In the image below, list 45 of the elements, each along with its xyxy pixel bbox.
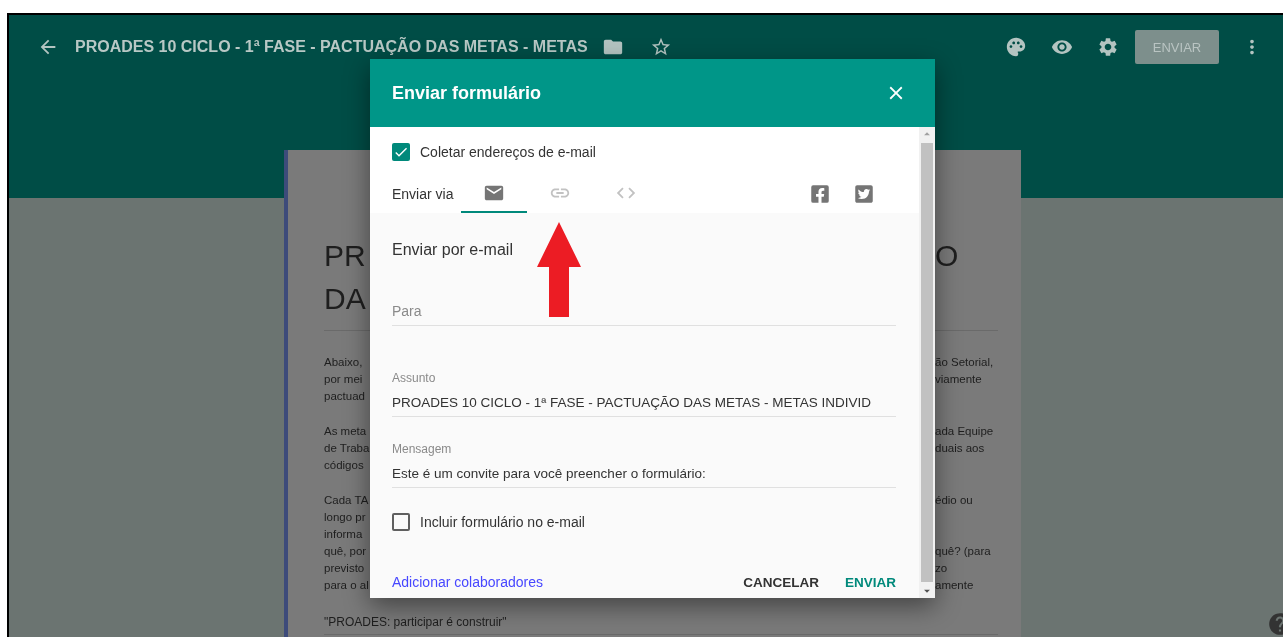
paragraph-fragment: amente: [935, 578, 975, 593]
palette-icon[interactable]: [1005, 36, 1027, 58]
field-label: Mensagem: [392, 442, 453, 456]
settings-icon[interactable]: [1097, 36, 1119, 58]
facebook-icon[interactable]: [810, 183, 830, 204]
paragraph-fragment: quê, por: [324, 544, 368, 559]
paragraph-fragment: As meta: [324, 424, 368, 439]
form-title-fragment: O: [935, 238, 960, 274]
paragraph-fragment: Cada TA: [324, 493, 370, 508]
form-title: PROADES 10 CICLO - 1ª FASE - PACTUAÇÃO DAS METAS - METAS: [75, 38, 588, 56]
paragraph-fragment: ada Equipe: [935, 424, 995, 439]
scrollbar[interactable]: [919, 127, 935, 598]
paragraph-fragment: zo: [935, 561, 949, 576]
checkbox[interactable]: [392, 143, 410, 161]
checkbox-label: Incluir formulário no e-mail: [420, 514, 585, 530]
dialog-title: Enviar formulário: [392, 82, 542, 104]
add-collaborators-link[interactable]: Adicionar colaboradores: [392, 574, 543, 590]
input-field[interactable]: PROADES 10 CICLO - 1ª FASE - PACTUAÇÃO DAS METAS - METAS INDIVID: [392, 389, 896, 417]
paragraph-fragment: por mei: [324, 372, 364, 387]
field-label: Assunto: [392, 371, 437, 385]
form-title-fragment: PR: [324, 238, 367, 274]
paragraph-fragment: viamente: [935, 372, 983, 387]
cancel-button[interactable]: CANCELAR: [743, 574, 819, 590]
paragraph-fragment: de Traba: [324, 441, 370, 456]
quote-text: "PROADES: participar é construir": [324, 614, 507, 631]
paragraph-fragment: informa: [324, 527, 364, 542]
paragraph-fragment: para o al: [324, 578, 370, 593]
input-field[interactable]: Este é um convite para você preencher o formulário:: [392, 460, 896, 488]
paragraph-fragment: longo pr: [324, 510, 367, 525]
send-button[interactable]: ENVIAR: [845, 574, 896, 590]
star-icon[interactable]: [649, 36, 672, 58]
section-heading: Enviar por e-mail: [392, 241, 514, 259]
paragraph-fragment: códigos: [324, 458, 365, 473]
checkbox-label: Coletar endereços de e-mail: [420, 144, 596, 160]
form-title-fragment: DA: [324, 281, 367, 317]
paragraph-fragment: duais aos: [935, 441, 986, 456]
twitter-icon[interactable]: [854, 183, 874, 204]
send-via-label: Enviar via: [392, 185, 455, 202]
paragraph-fragment: pactuad: [324, 389, 366, 404]
paragraph-fragment: quê? (para: [935, 544, 992, 559]
paragraph-fragment: ão Setorial,: [935, 355, 995, 370]
paragraph-fragment: édio ou: [935, 493, 974, 508]
paragraph-fragment: previsto: [324, 561, 366, 576]
paragraph-fragment: Abaixo,: [324, 355, 364, 370]
checkbox[interactable]: [392, 513, 410, 531]
